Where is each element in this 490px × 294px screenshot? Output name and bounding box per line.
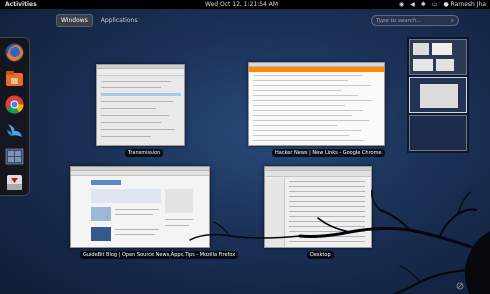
activities-button[interactable]: Activities [5, 0, 37, 9]
search-icon: ⌕ [450, 16, 454, 24]
window-thumbnail [96, 64, 185, 146]
search-input[interactable] [376, 17, 451, 24]
workspace-1[interactable] [409, 39, 467, 75]
window-thumbnail [264, 166, 372, 248]
window-thumbnail [248, 62, 385, 146]
workspace-2[interactable] [409, 77, 467, 113]
window-caption: GuideBit Blog | Open Source News,Apps,Ti… [80, 251, 239, 259]
workspace-icon[interactable] [4, 146, 25, 167]
battery-icon[interactable]: ▭ [432, 0, 438, 9]
window-caption: Desktop [307, 251, 334, 259]
workspace-switcher [407, 37, 469, 153]
files-icon[interactable] [4, 68, 25, 89]
clock[interactable]: Wed Oct 12, 1:21:54 AM [205, 0, 278, 9]
window-thumbnail [70, 166, 210, 248]
user-status-icon: ● [443, 1, 449, 8]
dash [0, 37, 30, 196]
window-caption: Hacker News | New Links - Google Chrome [272, 149, 385, 157]
chrome-icon[interactable] [4, 94, 25, 115]
workspace-3[interactable] [409, 115, 467, 151]
overview-tabs: Windows Applications [56, 14, 141, 27]
window-caption: Transmission [125, 149, 164, 157]
tab-windows[interactable]: Windows [56, 14, 93, 27]
user-name: Ramesh Jha [450, 1, 486, 8]
top-panel: Activities Wed Oct 12, 1:21:54 AM ◉ ◀ ✱ … [0, 0, 490, 9]
search-box: ⌕ [371, 15, 459, 26]
transmission-icon[interactable] [4, 172, 25, 193]
system-tray: ◉ ◀ ✱ ▭ ● Ramesh Jha [399, 0, 486, 9]
volume-icon[interactable]: ◀ [410, 0, 415, 9]
bluetooth-icon[interactable]: ✱ [421, 0, 426, 9]
corner-icon [456, 282, 464, 290]
firefox-icon[interactable] [4, 42, 25, 63]
tab-applications[interactable]: Applications [97, 15, 142, 26]
network-icon[interactable]: ◉ [399, 0, 404, 9]
flock-icon[interactable] [4, 120, 25, 141]
user-menu[interactable]: ● Ramesh Jha [443, 0, 486, 9]
